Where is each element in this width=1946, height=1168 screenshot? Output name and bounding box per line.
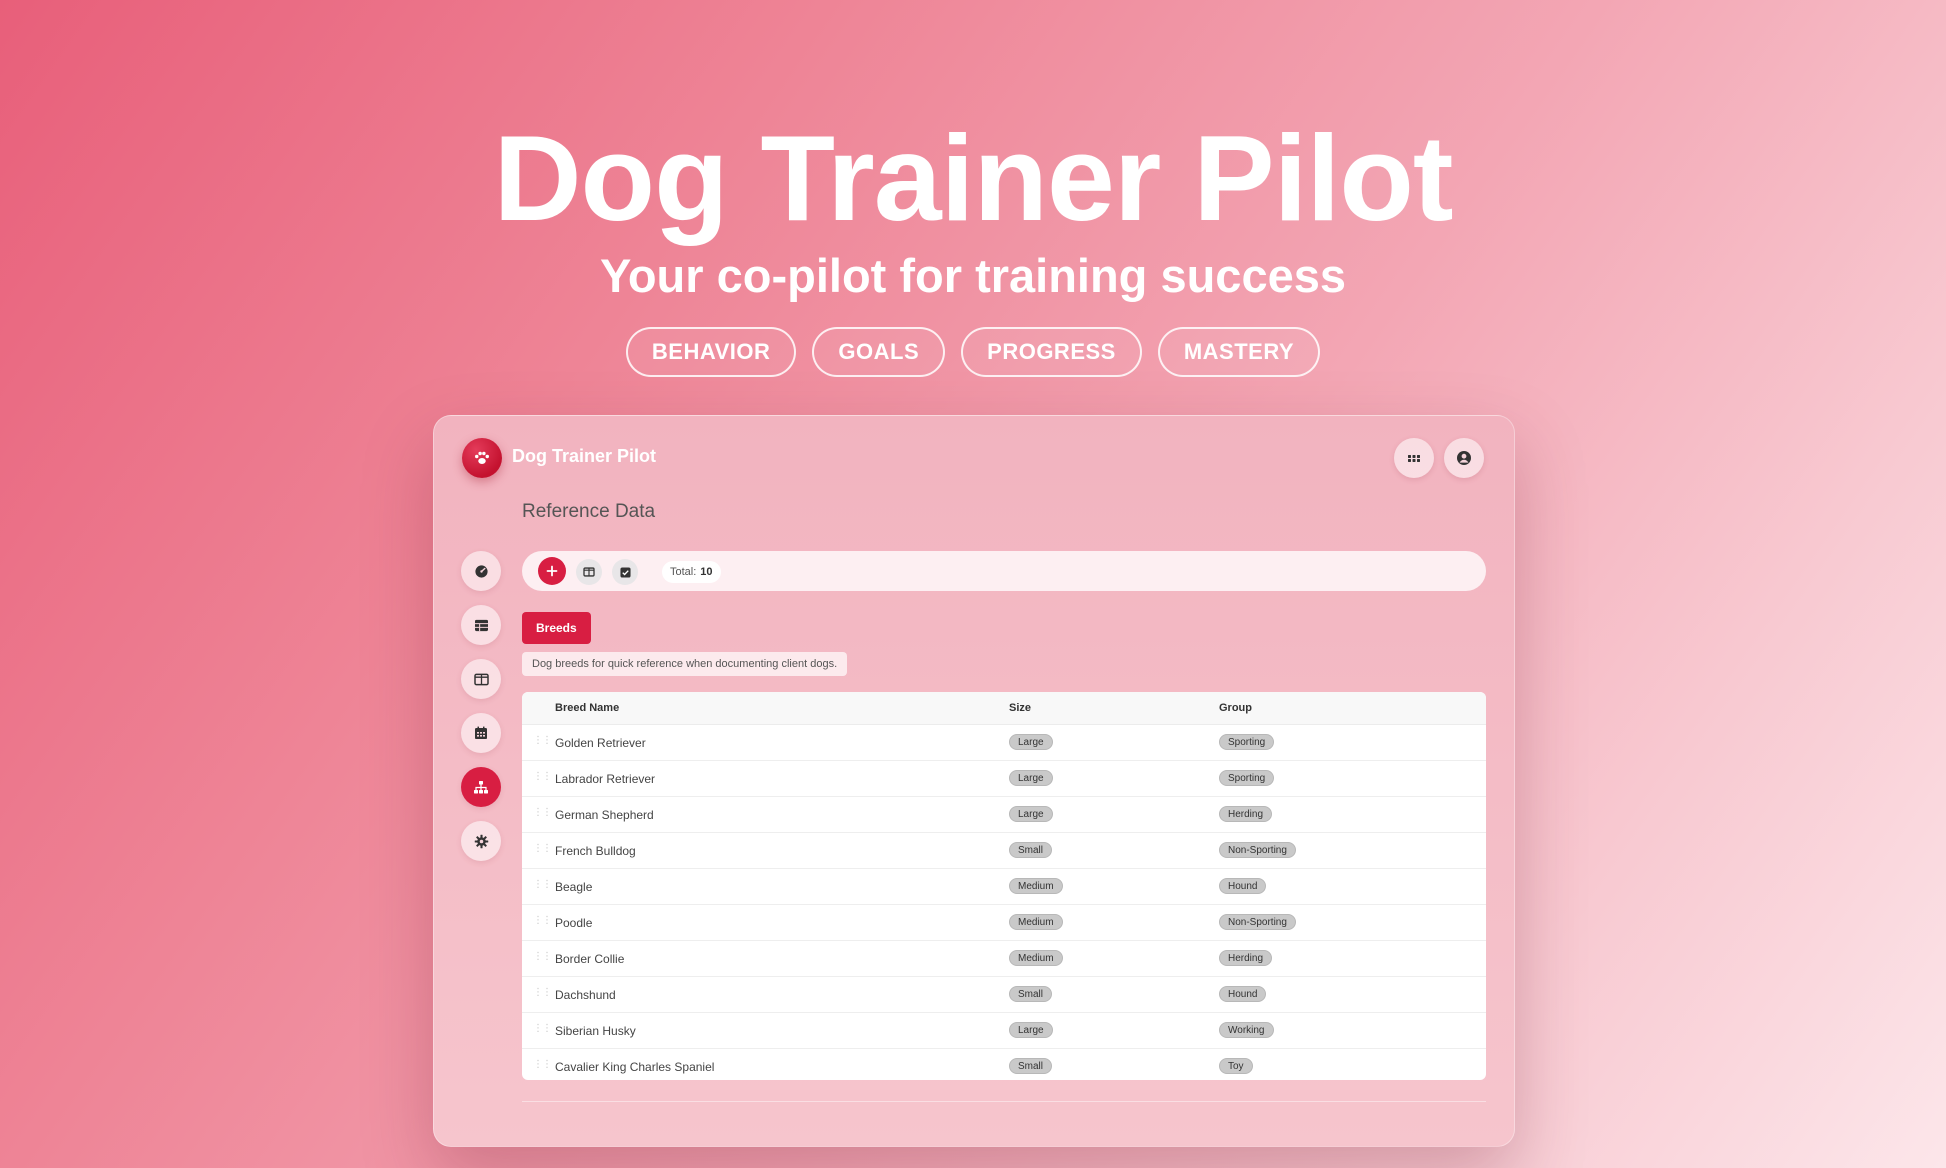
breed-name: French Bulldog bbox=[555, 844, 636, 858]
column-header-group[interactable]: Group bbox=[1219, 702, 1252, 714]
drag-handle-icon[interactable]: ⋮⋮ bbox=[533, 1023, 552, 1034]
columns-button[interactable] bbox=[576, 559, 602, 585]
size-badge: Large bbox=[1009, 770, 1053, 786]
breed-name: Cavalier King Charles Spaniel bbox=[555, 1060, 715, 1074]
table-row[interactable]: ⋮⋮ Cavalier King Charles Spaniel Small Toy bbox=[522, 1049, 1486, 1080]
pill-behavior: BEHAVIOR bbox=[625, 327, 797, 377]
table-row[interactable]: ⋮⋮ Beagle Medium Hound bbox=[522, 869, 1486, 905]
group-badge: Hound bbox=[1219, 878, 1267, 894]
gear-icon bbox=[474, 834, 488, 848]
hero-subtitle: Your co-pilot for training success bbox=[599, 249, 1346, 302]
column-header-size[interactable]: Size bbox=[1009, 702, 1031, 714]
sidebar-item-dashboard[interactable] bbox=[461, 551, 501, 591]
apps-grid-icon bbox=[1408, 455, 1420, 462]
group-badge: Sporting bbox=[1219, 734, 1275, 750]
group-badge: Non-Sporting bbox=[1219, 914, 1296, 930]
columns-icon bbox=[583, 567, 595, 577]
divider bbox=[522, 1101, 1486, 1102]
breed-name: Golden Retriever bbox=[555, 736, 646, 750]
group-badge: Working bbox=[1219, 1022, 1274, 1038]
breed-name: Border Collie bbox=[555, 952, 625, 966]
hero-title: Dog Trainer Pilot bbox=[493, 110, 1453, 246]
app-title: Dog Trainer Pilot bbox=[512, 446, 657, 466]
breed-name: Poodle bbox=[555, 916, 593, 930]
breed-name: Beagle bbox=[555, 880, 593, 894]
app-logo[interactable] bbox=[462, 438, 502, 478]
table-row[interactable]: ⋮⋮ Siberian Husky Large Working bbox=[522, 1013, 1486, 1049]
total-count: Total: 10 bbox=[662, 561, 721, 583]
group-badge: Herding bbox=[1219, 950, 1273, 966]
breed-name: Labrador Retriever bbox=[555, 772, 656, 786]
pill-progress: PROGRESS bbox=[961, 327, 1142, 377]
columns-icon bbox=[473, 673, 489, 685]
size-badge: Large bbox=[1009, 734, 1053, 750]
group-badge: Non-Sporting bbox=[1219, 842, 1296, 858]
table-row[interactable]: ⋮⋮ Labrador Retriever Large Sporting bbox=[522, 761, 1486, 797]
size-badge: Medium bbox=[1009, 878, 1063, 894]
size-badge: Small bbox=[1009, 986, 1053, 1002]
apps-menu-button[interactable] bbox=[1394, 438, 1434, 478]
size-badge: Medium bbox=[1009, 914, 1063, 930]
hierarchy-icon bbox=[474, 780, 488, 793]
drag-handle-icon[interactable]: ⋮⋮ bbox=[533, 735, 552, 746]
drag-handle-icon[interactable]: ⋮⋮ bbox=[533, 915, 552, 926]
table-header: Breed Name Size Group bbox=[522, 692, 1486, 725]
drag-handle-icon[interactable]: ⋮⋮ bbox=[533, 951, 552, 962]
select-button[interactable] bbox=[612, 559, 638, 585]
total-value: 10 bbox=[700, 566, 713, 578]
dashboard-gauge-icon bbox=[474, 564, 488, 578]
group-badge: Herding bbox=[1219, 806, 1273, 822]
checkbox-icon bbox=[619, 566, 631, 578]
sidebar-item-table[interactable] bbox=[461, 605, 501, 645]
drag-handle-icon[interactable]: ⋮⋮ bbox=[533, 807, 552, 818]
app-window: Dog Trainer Pilot Reference Data Total: … bbox=[433, 415, 1515, 1147]
table-row[interactable]: ⋮⋮ French Bulldog Small Non-Sporting bbox=[522, 833, 1486, 869]
group-badge: Hound bbox=[1219, 986, 1267, 1002]
drag-handle-icon[interactable]: ⋮⋮ bbox=[533, 771, 552, 782]
table-icon bbox=[474, 619, 488, 631]
feature-pills: BEHAVIOR GOALS PROGRESS MASTERY bbox=[0, 327, 1946, 377]
table-row[interactable]: ⋮⋮ Border Collie Medium Herding bbox=[522, 941, 1486, 977]
drag-handle-icon[interactable]: ⋮⋮ bbox=[533, 843, 552, 854]
size-badge: Small bbox=[1009, 1058, 1053, 1074]
table-body: ⋮⋮ Golden Retriever Large Sporting ⋮⋮ Labrado… bbox=[522, 725, 1486, 1080]
calendar-icon bbox=[475, 726, 487, 739]
group-badge: Sporting bbox=[1219, 770, 1275, 786]
size-badge: Medium bbox=[1009, 950, 1063, 966]
add-icon bbox=[546, 565, 558, 577]
user-account-button[interactable] bbox=[1444, 438, 1484, 478]
drag-handle-icon[interactable]: ⋮⋮ bbox=[533, 879, 552, 890]
pill-goals: GOALS bbox=[812, 327, 946, 377]
table-row[interactable]: ⋮⋮ Dachshund Small Hound bbox=[522, 977, 1486, 1013]
total-label: Total: bbox=[670, 566, 697, 578]
add-button[interactable] bbox=[538, 557, 566, 585]
toolbar: Total: 10 bbox=[522, 551, 1486, 591]
sidebar-item-reference-data[interactable] bbox=[461, 767, 501, 807]
pill-mastery: MASTERY bbox=[1157, 327, 1321, 377]
user-account-icon bbox=[1457, 451, 1471, 465]
table-row[interactable]: ⋮⋮ Golden Retriever Large Sporting bbox=[522, 725, 1486, 761]
section-title: Reference Data bbox=[522, 501, 656, 522]
table-row[interactable]: ⋮⋮ Poodle Medium Non-Sporting bbox=[522, 905, 1486, 941]
column-header-breed-name[interactable]: Breed Name bbox=[555, 702, 619, 714]
drag-handle-icon[interactable]: ⋮⋮ bbox=[533, 987, 552, 998]
paw-icon bbox=[475, 451, 489, 464]
breed-name: Siberian Husky bbox=[555, 1024, 636, 1038]
sidebar-item-columns[interactable] bbox=[461, 659, 501, 699]
table-row[interactable]: ⋮⋮ German Shepherd Large Herding bbox=[522, 797, 1486, 833]
size-badge: Large bbox=[1009, 1022, 1053, 1038]
table-description: Dog breeds for quick reference when docu… bbox=[522, 652, 848, 676]
group-badge: Toy bbox=[1219, 1058, 1253, 1074]
breed-name: Dachshund bbox=[555, 988, 616, 1002]
drag-handle-icon[interactable]: ⋮⋮ bbox=[533, 1059, 552, 1070]
sidebar-item-calendar[interactable] bbox=[461, 713, 501, 753]
sidebar-item-settings[interactable] bbox=[461, 821, 501, 861]
size-badge: Small bbox=[1009, 842, 1053, 858]
breeds-table: Breed Name Size Group ⋮⋮ Golden Retriever… bbox=[522, 692, 1486, 1080]
tab-breeds[interactable]: Breeds bbox=[522, 612, 591, 644]
size-badge: Large bbox=[1009, 806, 1053, 822]
breed-name: German Shepherd bbox=[555, 808, 654, 822]
